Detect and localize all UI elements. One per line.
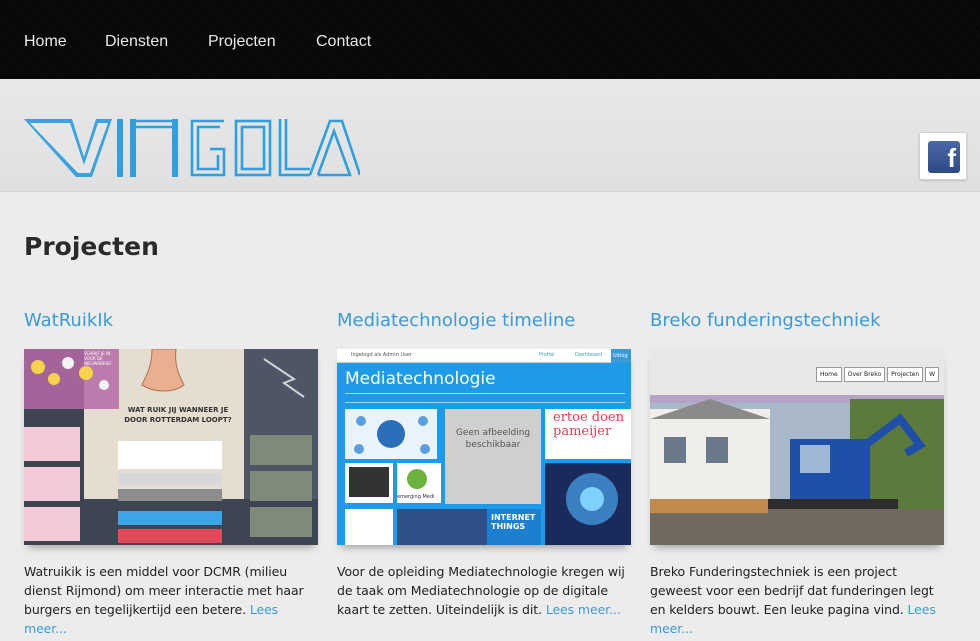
- project-description: Voor de opleiding Mediatechnologie krege…: [337, 562, 631, 619]
- site-logo[interactable]: [24, 117, 360, 179]
- breko-photo: [650, 395, 944, 545]
- project-title-link[interactable]: Mediatechnologie timeline: [337, 310, 631, 338]
- nav-projecten[interactable]: Projecten: [208, 33, 276, 51]
- project-description: Breko Funderingstechniek is een project …: [650, 562, 944, 638]
- thumb-tile-text3: emerging Medi: [397, 494, 435, 500]
- project-thumbnail[interactable]: WAT RUIK JIJ WANNEER JE DOOR ROTTERDAM L…: [24, 349, 318, 545]
- project-card-mediatechnologie: Mediatechnologie timeline Ingelogd als A…: [337, 310, 631, 617]
- project-thumbnail[interactable]: Home Over Breko Projecten W: [650, 349, 944, 545]
- project-title-link[interactable]: Breko funderingstechniek: [650, 310, 944, 338]
- project-title-link[interactable]: WatRuikIk: [24, 310, 318, 338]
- watruikik-screenshot: [24, 349, 318, 545]
- thumb-top-left: SCHRIJF JE IN VOOR DE NIEUWSBRIEF: [84, 351, 112, 366]
- thumb-tile-text2: INTERNET THINGS: [491, 513, 536, 531]
- project-card-watruikik: WatRuikIk WAT RUIK JIJ WANNEER JE DOOR R…: [24, 310, 318, 636]
- facebook-button[interactable]: f: [919, 132, 967, 180]
- thumb-tile-text: ertoe doen pameijer: [553, 410, 624, 439]
- main-navigation: Home Diensten Projecten Contact: [0, 0, 980, 79]
- nav-home[interactable]: Home: [24, 33, 67, 51]
- read-more-link[interactable]: Lees meer...: [546, 602, 621, 617]
- thumb-heading: WAT RUIK JIJ WANNEER JE DOOR ROTTERDAM L…: [124, 406, 232, 424]
- thumb-placeholder: Geen afbeelding beschikbaar: [455, 428, 531, 450]
- project-thumbnail[interactable]: Ingelogd als Admin User Profiel Dashboar…: [337, 349, 631, 545]
- description-text: Breko Funderingstechniek is een project …: [650, 564, 934, 617]
- nav-contact[interactable]: Contact: [316, 33, 371, 51]
- facebook-icon: f: [928, 141, 960, 173]
- project-description: Watruikik is een middel voor DCMR (milie…: [24, 562, 318, 638]
- nav-diensten[interactable]: Diensten: [105, 33, 168, 51]
- project-card-breko: Breko funderingstechniek Home Over Breko P…: [650, 310, 944, 636]
- page-title: Projecten: [24, 232, 159, 261]
